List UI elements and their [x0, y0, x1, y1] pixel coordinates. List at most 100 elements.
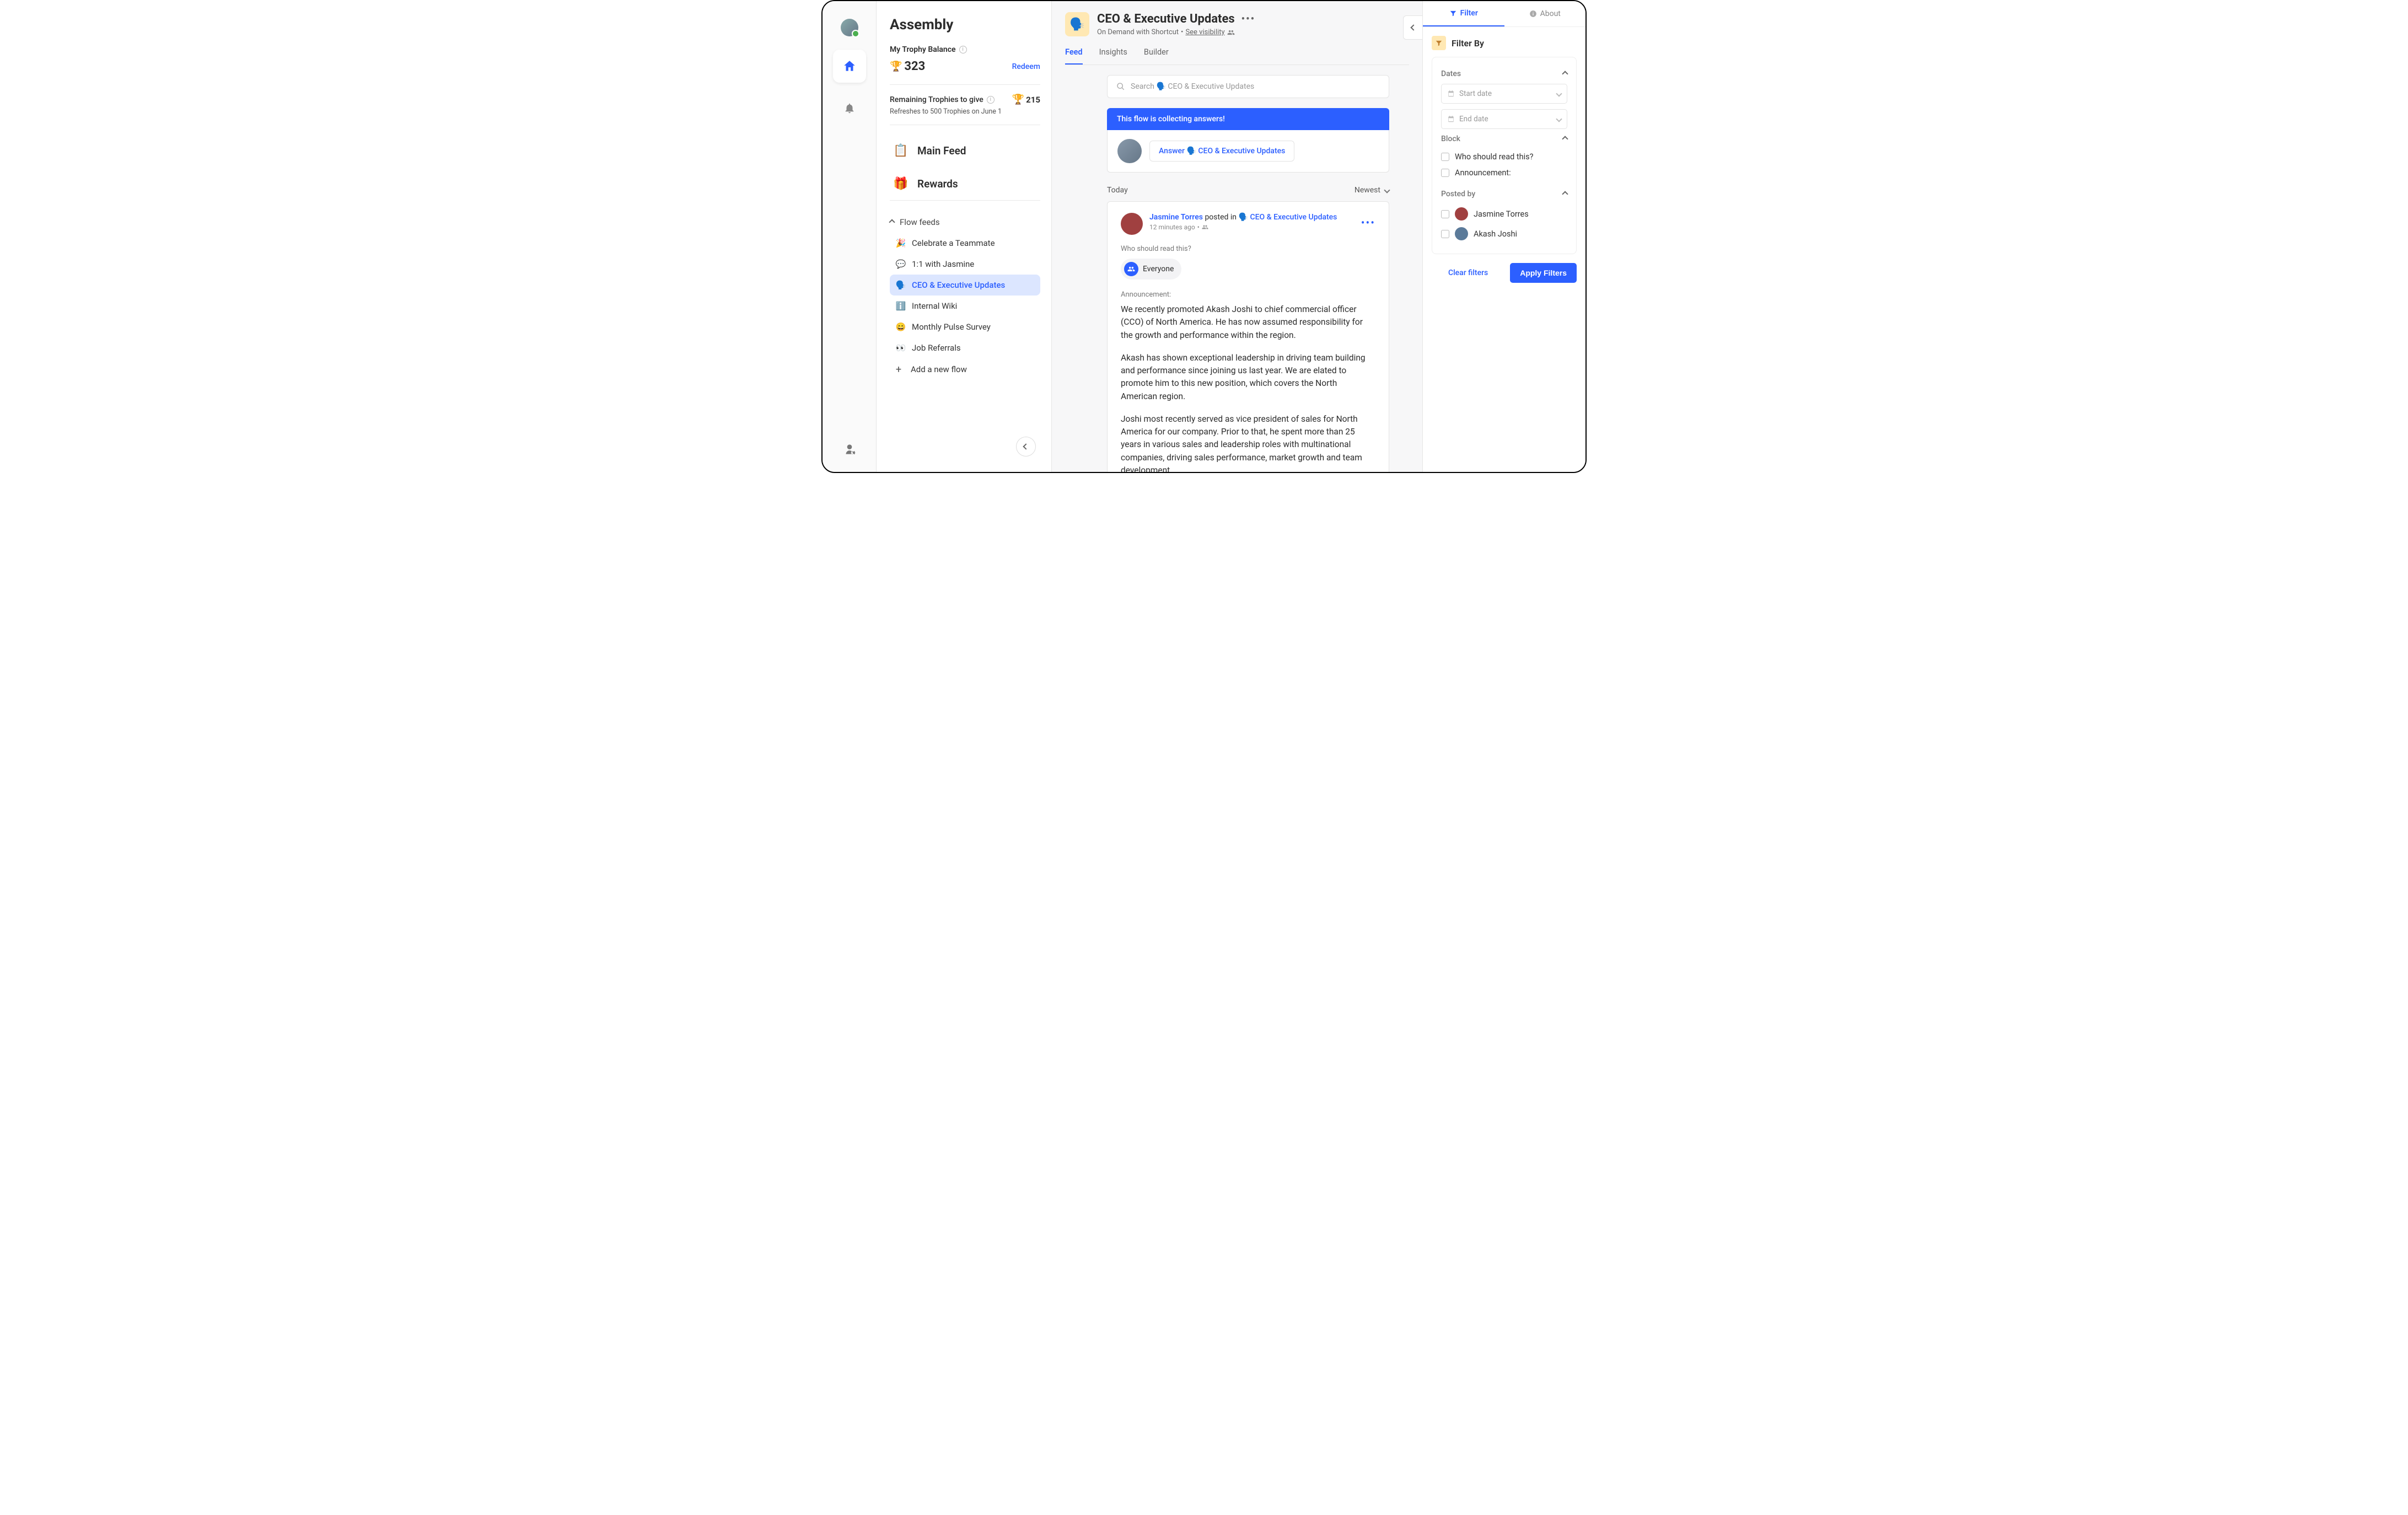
tab-insights[interactable]: Insights [1099, 47, 1127, 65]
filter-icon [1449, 9, 1457, 17]
info-icon[interactable]: i [987, 96, 995, 104]
nav-main-feed[interactable]: 📋 Main Feed [890, 134, 1040, 167]
section-label: Flow feeds [900, 217, 940, 227]
apply-filters-button[interactable]: Apply Filters [1510, 263, 1577, 283]
flow-item-celebrate[interactable]: 🎉Celebrate a Teammate [890, 233, 1040, 254]
checkbox[interactable] [1441, 230, 1449, 238]
remaining-label: Remaining Trophies to give i [890, 95, 995, 104]
redeem-link[interactable]: Redeem [1012, 62, 1040, 71]
post-byline: Jasmine Torres posted in 🗣️ CEO & Execut… [1149, 213, 1337, 222]
audience-chip: Everyone [1121, 259, 1181, 280]
home-button[interactable] [833, 50, 866, 83]
chevron-down-icon [1556, 90, 1562, 96]
answer-flow-button[interactable]: Answer 🗣️ CEO & Executive Updates [1149, 141, 1294, 162]
feed-day-label: Today [1107, 186, 1128, 195]
balance-label: My Trophy Balance i [890, 45, 1040, 54]
flow-item-1on1[interactable]: 💬1:1 with Jasmine [890, 254, 1040, 275]
flow-avatar: 🗣️ [1065, 12, 1089, 36]
brand-title: Assembly [890, 17, 1040, 33]
search-placeholder: Search 🗣️ CEO & Executive Updates [1131, 82, 1254, 91]
drawer-toggle[interactable] [1403, 15, 1422, 40]
start-date-input[interactable]: Start date [1441, 84, 1567, 104]
flow-feeds-toggle[interactable]: Flow feeds [890, 209, 1040, 233]
add-flow-label: Add a new flow [911, 364, 967, 374]
collapse-sidebar-button[interactable] [1016, 437, 1036, 456]
flow-link[interactable]: CEO & Executive Updates [1250, 213, 1337, 222]
people-icon [1124, 262, 1138, 276]
filter-person-jasmine[interactable]: Jasmine Torres [1441, 204, 1567, 224]
sidebar: Assembly My Trophy Balance i 🏆323 Redeem… [877, 1, 1052, 472]
search-icon [1116, 82, 1125, 91]
filter-person-akash[interactable]: Akash Joshi [1441, 224, 1567, 244]
user-gear-icon [842, 442, 857, 456]
post-body: We recently promoted Akash Joshi to chie… [1121, 303, 1375, 472]
author-link[interactable]: Jasmine Torres [1149, 213, 1203, 222]
divider [890, 84, 1040, 85]
rewards-icon: 🎁 [892, 175, 910, 192]
user-avatar[interactable] [841, 19, 858, 36]
tab-about[interactable]: About [1504, 1, 1586, 26]
post-question: Who should read this? [1121, 245, 1375, 253]
feed-post: Jasmine Torres posted in 🗣️ CEO & Execut… [1107, 201, 1389, 472]
notifications-button[interactable] [833, 92, 866, 125]
chevron-up-icon [1562, 191, 1568, 197]
trophy-balance-value: 🏆323 [890, 60, 925, 73]
people-icon [1227, 29, 1235, 36]
flow-item-referrals[interactable]: 👀Job Referrals [890, 337, 1040, 358]
end-date-input[interactable]: End date [1441, 109, 1567, 129]
bell-icon [843, 102, 856, 114]
info-icon [1529, 10, 1537, 18]
filter-block-who[interactable]: Who should read this? [1441, 149, 1567, 165]
sort-dropdown[interactable]: Newest [1354, 186, 1389, 195]
page-title: CEO & Executive Updates ••• [1097, 12, 1255, 26]
calendar-icon [1447, 90, 1455, 98]
tab-builder[interactable]: Builder [1144, 47, 1169, 65]
search-input[interactable]: Search 🗣️ CEO & Executive Updates [1107, 75, 1389, 98]
flow-item-pulse[interactable]: 😄Monthly Pulse Survey [890, 316, 1040, 337]
right-panel: Filter About Filter By Dates Start date … [1422, 1, 1585, 472]
see-visibility-link[interactable]: See visibility [1185, 28, 1224, 36]
refresh-note: Refreshes to 500 Trophies on June 1 [890, 108, 1040, 116]
filter-block-announcement[interactable]: Announcement: [1441, 165, 1567, 181]
chevron-down-icon [1556, 116, 1562, 122]
info-icon[interactable]: i [959, 46, 967, 53]
filter-by-icon [1432, 36, 1446, 50]
post-timestamp: 12 minutes ago • [1149, 223, 1337, 231]
filter-section-block[interactable]: Block [1441, 135, 1567, 143]
tab-feed[interactable]: Feed [1065, 47, 1083, 65]
announcement-label: Announcement: [1121, 291, 1375, 299]
checkbox[interactable] [1441, 153, 1449, 161]
author-avatar[interactable] [1121, 213, 1143, 235]
flow-item-wiki[interactable]: ℹ️Internal Wiki [890, 296, 1040, 316]
collecting-banner: This flow is collecting answers! [1107, 108, 1389, 130]
clear-filters-button[interactable]: Clear filters [1432, 263, 1504, 283]
post-menu[interactable]: ••• [1361, 216, 1375, 229]
chevron-up-icon [1562, 136, 1568, 142]
main-content: 🗣️ CEO & Executive Updates ••• On Demand… [1052, 1, 1422, 472]
calendar-icon [1447, 115, 1455, 123]
avatar [1455, 227, 1468, 240]
checkbox[interactable] [1441, 210, 1449, 218]
filter-section-dates[interactable]: Dates [1441, 69, 1567, 78]
nav-rewards[interactable]: 🎁 Rewards [890, 167, 1040, 200]
home-icon [842, 59, 857, 73]
more-menu[interactable]: ••• [1241, 13, 1255, 25]
checkbox[interactable] [1441, 169, 1449, 177]
divider [890, 200, 1040, 201]
add-flow-button[interactable]: + Add a new flow [890, 358, 1040, 380]
nav-label: Main Feed [917, 144, 966, 157]
flow-item-ceo-updates[interactable]: 🗣️CEO & Executive Updates [890, 275, 1040, 296]
user-avatar [1117, 139, 1142, 163]
chevron-up-icon [889, 219, 895, 225]
admin-button[interactable] [842, 442, 857, 459]
page-subtitle: On Demand with Shortcut • See visibility [1097, 28, 1255, 36]
feed-icon: 📋 [892, 142, 910, 159]
trophy-icon: 🏆 [1012, 94, 1024, 105]
answer-card: Answer 🗣️ CEO & Executive Updates [1107, 130, 1389, 173]
plus-icon: + [893, 364, 904, 375]
chevron-left-icon [1023, 443, 1029, 449]
tab-filter[interactable]: Filter [1423, 1, 1504, 26]
main-tabs: Feed Insights Builder [1065, 47, 1409, 65]
people-icon [1202, 224, 1208, 230]
filter-section-postedby[interactable]: Posted by [1441, 190, 1567, 198]
